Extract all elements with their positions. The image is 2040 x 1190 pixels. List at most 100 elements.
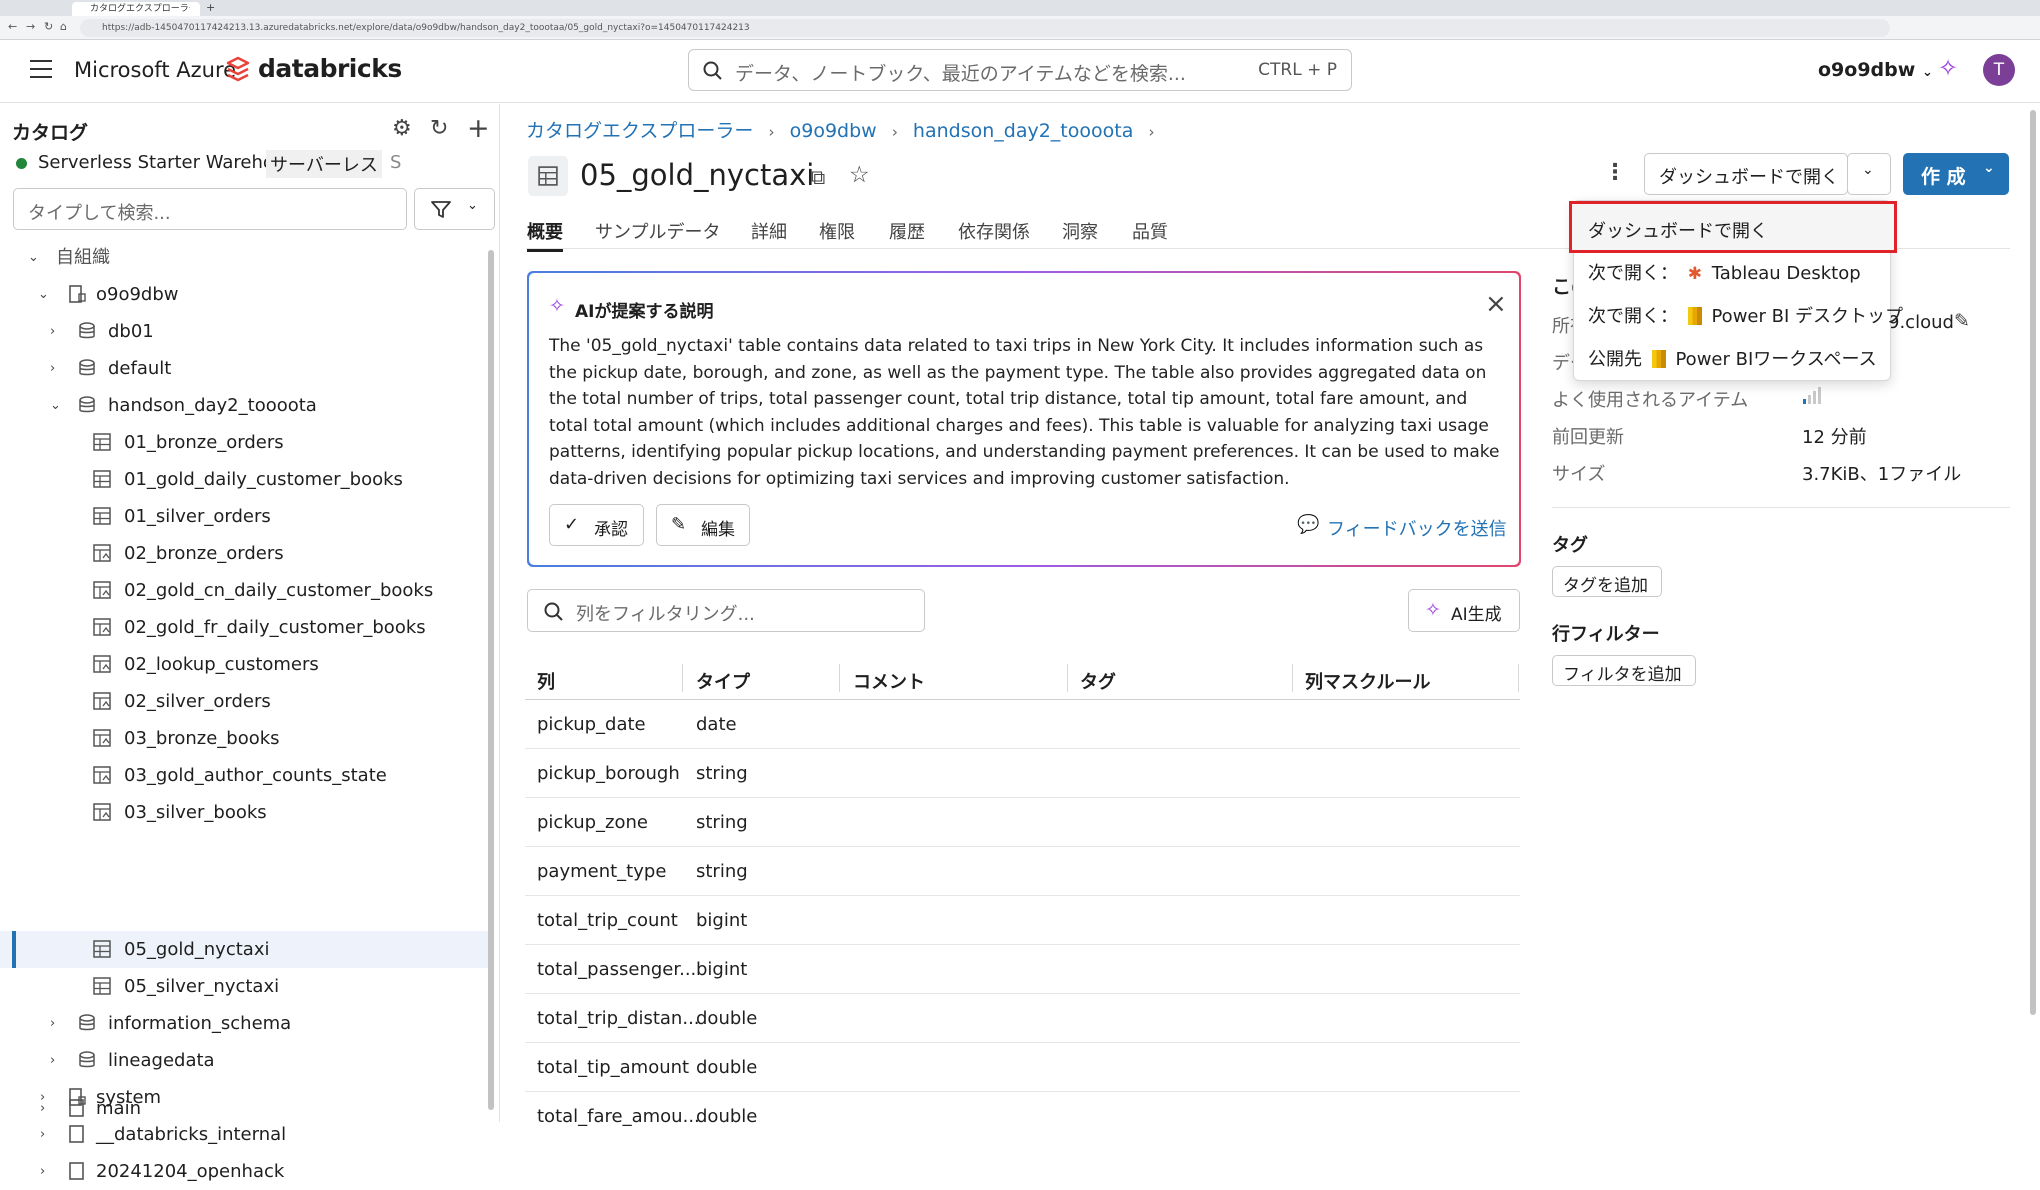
tree-item-streaming-table[interactable]: 03_gold_author_counts_state [0,757,488,794]
tree-item-streaming-table[interactable]: 02_gold_fr_daily_customer_books [0,609,488,646]
reload-icon[interactable]: ↻ [44,20,53,33]
add-tag-button[interactable]: タグを追加 [1552,566,1662,597]
add-icon[interactable]: + [467,113,490,144]
catalog-sidebar: カタログ ⚙ ↻ + Serverless Starter Warehouse … [0,104,500,1182]
back-icon[interactable]: ← [8,20,17,33]
sidebar-scrollbar[interactable] [488,250,494,1110]
approve-button[interactable]: ✓ 承認 [549,504,644,546]
databricks-logo-icon [226,56,250,82]
tree-item-label: 02_lookup_customers [124,654,319,675]
open-dropdown-button[interactable]: ⌄ [1847,153,1891,195]
column-header-tags[interactable]: タグ [1080,668,1116,694]
tab-details[interactable]: 詳細 [751,218,787,252]
gear-icon[interactable]: ⚙ [392,116,412,141]
tree-item-table-selected[interactable]: 05_gold_nyctaxi [0,931,488,968]
tree-item-schema[interactable]: › db01 [0,313,488,350]
url-text: https://adb-1450470117424213.13.azuredat… [102,23,750,33]
open-dashboard-button[interactable]: ダッシュボードで開く [1644,153,1848,195]
column-header-name[interactable]: 列 [537,668,555,694]
tree-item-table[interactable]: 05_silver_nyctaxi [0,968,488,1005]
close-icon[interactable]: × [1485,289,1507,319]
breadcrumb-catalog-explorer[interactable]: カタログエクスプローラー [526,120,753,142]
tree-item-streaming-table[interactable]: 03_silver_books [0,794,488,831]
catalog-search-input[interactable]: タイプして検索... [13,188,407,230]
tab-sample-data[interactable]: サンプルデータ [595,218,720,252]
ai-generate-button[interactable]: ✧ AI生成 [1408,589,1520,632]
tab-overview[interactable]: 概要 [527,218,563,252]
column-header-comment[interactable]: コメント [853,668,925,694]
forward-icon[interactable]: → [26,20,35,33]
tree-item-catalog[interactable]: › 20241204_openhack [0,1153,488,1190]
search-icon [703,61,722,80]
menu-item-powerbi-desktop[interactable]: 次で開く： Power BI デスクトップ [1588,302,1903,328]
send-feedback-link[interactable]: フィードバックを送信 [1327,515,1507,541]
copy-icon[interactable]: ⧉ [811,165,825,189]
table-row[interactable]: pickup_zone string [525,798,1520,847]
home-icon[interactable]: ⌂ [60,20,67,33]
menu-item-app: Power BI デスクトップ [1711,306,1903,327]
tree-item-table[interactable]: 01_gold_daily_customer_books [0,461,488,498]
tree-item-schema[interactable]: › default [0,350,488,387]
new-tab-icon[interactable]: + [206,1,215,14]
menu-icon[interactable] [30,60,52,78]
table-row[interactable]: total_trip_distan... double [525,994,1520,1043]
menu-item-open-dashboard[interactable]: ダッシュボードで開く [1569,201,1897,253]
tree-item-streaming-table[interactable]: 02_silver_orders [0,683,488,720]
filter-button[interactable]: ⌄ [414,188,495,230]
kebab-menu-icon[interactable]: ⋮ [1604,160,1626,185]
tree-item-schema[interactable]: › information_schema [0,1005,488,1042]
tree-item-table[interactable]: 01_silver_orders [0,498,488,535]
menu-item-powerbi-workspace[interactable]: 公開先 Power BIワークスペース [1588,345,1877,371]
menu-item-prefix: 次で開く： [1588,306,1678,327]
main-scrollbar[interactable] [2030,110,2036,1015]
menu-item-app: Power BIワークスペース [1675,349,1877,370]
tree-item-table[interactable]: 01_bronze_orders [0,424,488,461]
column-header-type[interactable]: タイプ [696,668,750,694]
workspace-switcher[interactable]: o9o9dbw ⌄ [1818,59,1933,81]
pencil-icon[interactable]: ✎ [1954,310,1970,332]
menu-item-app: Tableau Desktop [1711,263,1861,284]
breadcrumb-schema[interactable]: handson_day2_toooota [913,120,1133,142]
star-icon[interactable]: ☆ [849,162,870,188]
tree-item-catalog[interactable]: ⌄ o9o9dbw [0,276,488,313]
table-row[interactable]: total_fare_amou... double [525,1092,1520,1127]
tree-item-org[interactable]: ⌄ 自組織 [0,239,488,276]
chevron-right-icon: › [40,1164,46,1179]
tree-item-streaming-table[interactable]: 03_bronze_books [0,720,488,757]
menu-item-tableau[interactable]: 次で開く： ✱ Tableau Desktop [1588,259,1861,285]
refresh-icon[interactable]: ↻ [430,116,448,141]
table-row[interactable]: payment_type string [525,847,1520,896]
tab-permissions[interactable]: 権限 [819,218,855,252]
table-row[interactable]: total_tip_amount double [525,1043,1520,1092]
tree-item-streaming-table[interactable]: 02_lookup_customers [0,646,488,683]
table-row[interactable]: total_passenger... bigint [525,945,1520,994]
table-icon [93,470,111,488]
tree-item-catalog[interactable]: › main [0,1090,488,1122]
streaming-table-icon [93,581,111,599]
edit-button[interactable]: ✎ 編集 [656,504,750,546]
chevron-right-icon: › [50,324,56,339]
tree-item-streaming-table[interactable]: 02_bronze_orders [0,535,488,572]
column-filter-input[interactable]: 列をフィルタリング... [527,589,925,632]
table-row[interactable]: total_trip_count bigint [525,896,1520,945]
avatar[interactable]: T [1983,54,2015,86]
table-row[interactable]: pickup_borough string [525,749,1520,798]
table-icon [93,433,111,451]
tree-item-schema[interactable]: ⌄ handson_day2_toooota [0,387,488,424]
table-row[interactable]: pickup_date date [525,700,1520,749]
tab-lineage[interactable]: 依存関係 [958,218,1030,252]
browser-tab[interactable]: カタログエクスプローラー - o9o9dbw - Az [72,2,200,16]
assistant-sparkle-icon[interactable]: ✧ [1938,54,1958,82]
column-header-mask[interactable]: 列マスクルール [1305,668,1430,694]
tab-history[interactable]: 履歴 [889,218,925,252]
tab-quality[interactable]: 品質 [1132,218,1168,252]
add-filter-button[interactable]: フィルタを追加 [1552,655,1696,686]
create-button[interactable]: 作 成 ⌄ [1903,153,2009,195]
tree-item-schema[interactable]: › lineagedata [0,1042,488,1079]
breadcrumb-catalog[interactable]: o9o9dbw [790,120,877,142]
address-bar[interactable]: https://adb-1450470117424213.13.azuredat… [80,19,1890,37]
tree-item-streaming-table[interactable]: 02_gold_cn_daily_customer_books [0,572,488,609]
tab-insights[interactable]: 洞察 [1062,218,1098,252]
tree-item-label: lineagedata [108,1050,215,1071]
global-search-input[interactable]: データ、ノートブック、最近のアイテムなどを検索... CTRL + P [688,49,1352,91]
